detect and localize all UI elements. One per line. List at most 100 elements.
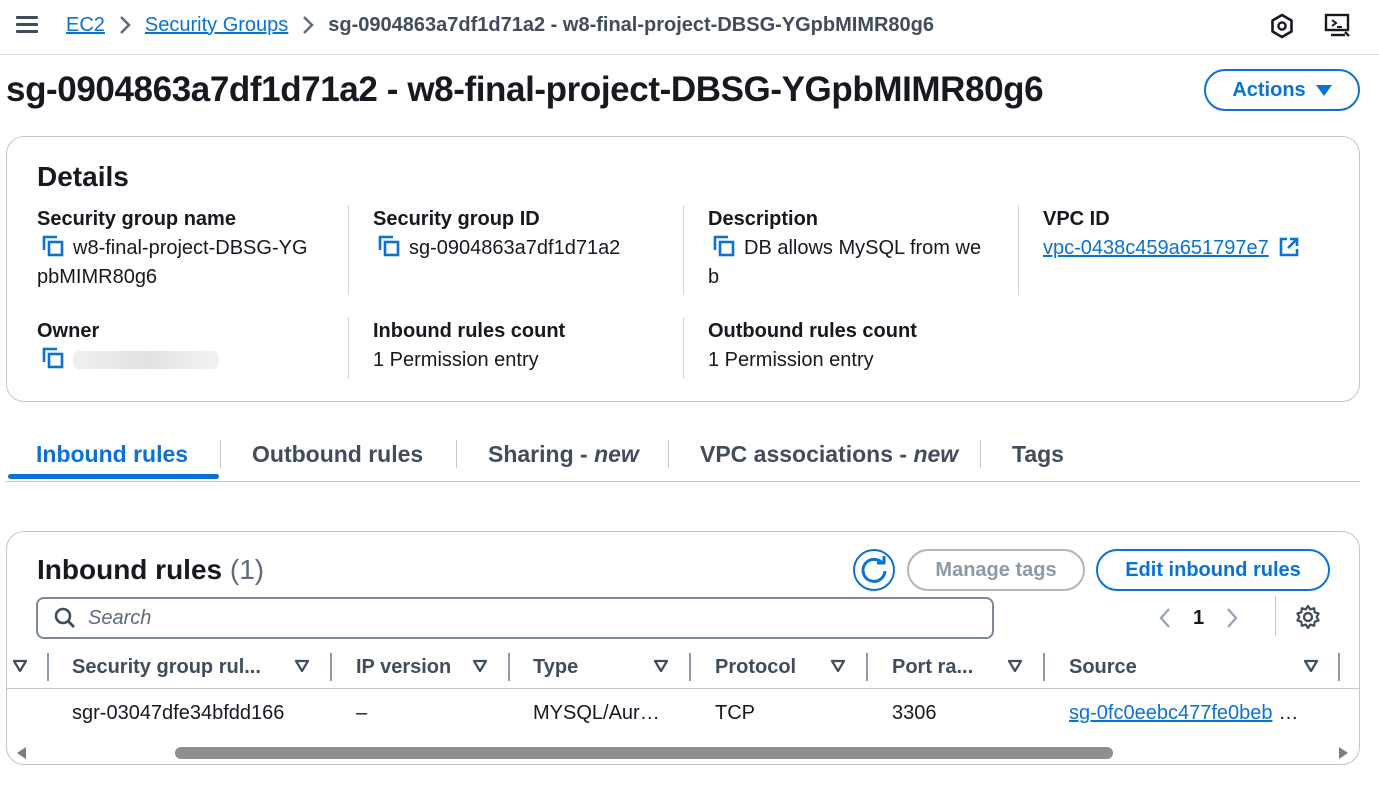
sort-down-icon[interactable]: [1006, 657, 1024, 675]
cell-ip-version: –: [356, 701, 368, 724]
tab-vpc-associations-new: new: [913, 440, 959, 467]
description-value: DB allows MySQL from we b: [708, 234, 1008, 292]
copy-icon[interactable]: [377, 234, 401, 258]
column-divider: [508, 653, 510, 681]
security-group-name-line1: w8-final-project-DBSG-YG: [73, 237, 308, 259]
page-title: sg-0904863a7df1d71a2 - w8-final-project-…: [6, 70, 1044, 109]
tab-divider: [220, 440, 221, 468]
column-divider: [683, 205, 684, 295]
settings-gear-icon[interactable]: [1295, 604, 1321, 630]
breadcrumb-current: sg-0904863a7df1d71a2 - w8-final-project-…: [328, 13, 935, 36]
caret-down-icon: [1315, 84, 1332, 96]
chevron-right-icon: [105, 14, 145, 36]
column-header-protocol[interactable]: Protocol: [715, 645, 796, 689]
horizontal-scrollbar[interactable]: [7, 743, 1359, 763]
external-link-icon[interactable]: [1278, 236, 1300, 258]
tab-divider: [668, 440, 669, 468]
inbound-rules-count-value: 1 Permission entry: [373, 349, 539, 371]
source-truncation: …: [1278, 701, 1299, 724]
column-divider: [1338, 653, 1340, 681]
tab-inbound-rules[interactable]: Inbound rules: [36, 432, 188, 476]
cell-port-range: 3306: [892, 701, 937, 724]
previous-page-icon[interactable]: [1157, 606, 1173, 630]
search-icon: [54, 607, 75, 628]
source-security-group-link[interactable]: sg-0fc0eebc477fe0beb: [1069, 702, 1273, 725]
sort-down-icon[interactable]: [1302, 657, 1320, 675]
notifications-hexagon-icon[interactable]: [1268, 12, 1296, 40]
column-divider: [683, 317, 684, 379]
security-group-id-field: Security group ID sg-0904863a7df1d71a2: [373, 205, 673, 263]
pagination-divider: [1275, 596, 1276, 636]
vpc-id-field: VPC ID vpc-0438c459a651797e7: [1043, 205, 1343, 263]
scroll-right-icon[interactable]: [1339, 747, 1348, 759]
column-divider: [689, 653, 691, 681]
scrollbar-thumb[interactable]: [175, 747, 1113, 759]
owner-field: Owner: [37, 317, 337, 375]
breadcrumb-ec2-link[interactable]: EC2: [66, 14, 105, 37]
tab-vpc-associations-label: VPC associations -: [700, 440, 914, 467]
description-label: Description: [708, 208, 819, 230]
tab-sharing-new: new: [594, 440, 639, 467]
tab-tags[interactable]: Tags: [1012, 432, 1064, 476]
tab-outbound-rules[interactable]: Outbound rules: [252, 432, 423, 476]
owner-value: [37, 346, 337, 375]
next-page-icon[interactable]: [1224, 606, 1240, 630]
vpc-id-label: VPC ID: [1043, 208, 1110, 230]
outbound-rules-count-label: Outbound rules count: [708, 320, 917, 342]
security-group-name-value: w8-final-project-DBSG-YG pbMIMR80g6: [37, 234, 337, 292]
outbound-rules-count-field: Outbound rules count 1 Permission entry: [708, 317, 1008, 375]
column-header-ip-version[interactable]: IP version: [356, 645, 451, 689]
description-line2: b: [708, 266, 720, 288]
manage-tags-button[interactable]: Manage tags: [907, 549, 1085, 591]
actions-label: Actions: [1232, 78, 1306, 101]
column-divider: [1018, 205, 1019, 295]
hamburger-menu-icon[interactable]: [14, 12, 40, 38]
copy-icon[interactable]: [41, 346, 65, 370]
tab-divider: [980, 440, 981, 468]
search-field[interactable]: [36, 597, 994, 639]
sort-down-icon[interactable]: [471, 657, 489, 675]
tab-sharing[interactable]: Sharing - new: [488, 432, 639, 476]
sort-down-icon[interactable]: [829, 657, 847, 675]
tab-vpc-associations[interactable]: VPC associations - new: [700, 432, 958, 476]
column-divider: [348, 317, 349, 379]
detail-tabs: Inbound rules Outbound rules Sharing - n…: [6, 432, 1360, 482]
sort-down-icon[interactable]: [293, 657, 311, 675]
refresh-button[interactable]: [853, 549, 895, 591]
cell-rule-id: sgr-03047dfe34bfdd166: [72, 701, 285, 724]
column-divider: [348, 205, 349, 295]
active-tab-indicator: [8, 474, 219, 479]
security-group-name-field: Security group name w8-final-project-DBS…: [37, 205, 337, 292]
current-page-number[interactable]: 1: [1193, 607, 1204, 630]
column-header-type[interactable]: Type: [533, 645, 578, 689]
inbound-rules-panel: Inbound rules (1) Manage tags Edit inbou…: [6, 531, 1360, 765]
breadcrumb-security-groups-link[interactable]: Security Groups: [145, 14, 288, 37]
description-field: Description DB allows MySQL from we b: [708, 205, 1008, 292]
sort-down-icon[interactable]: [652, 657, 670, 675]
vpc-id-link[interactable]: vpc-0438c459a651797e7: [1043, 237, 1269, 259]
actions-dropdown-button[interactable]: Actions: [1204, 69, 1360, 111]
inbound-rules-count: (1): [229, 554, 265, 585]
security-group-id-value: sg-0904863a7df1d71a2: [373, 234, 673, 263]
column-header-source[interactable]: Source: [1069, 645, 1137, 689]
details-panel: Details Security group name w8-final-pro…: [6, 136, 1360, 402]
security-group-id-label: Security group ID: [373, 208, 540, 230]
vpc-id-value: vpc-0438c459a651797e7: [1043, 234, 1343, 263]
screen-feedback-icon[interactable]: [1323, 12, 1351, 40]
cell-protocol: TCP: [715, 701, 755, 724]
copy-icon[interactable]: [712, 234, 736, 258]
table-header-row: Security group rul... IP version Type Pr…: [7, 645, 1359, 689]
table-row[interactable]: sgr-03047dfe34bfdd166 – MYSQL/Aur… TCP 3…: [7, 690, 1359, 736]
copy-icon[interactable]: [41, 234, 65, 258]
breadcrumb: EC2 Security Groups sg-0904863a7df1d71a2…: [66, 10, 934, 40]
scroll-left-icon[interactable]: [17, 747, 26, 759]
refresh-icon: [861, 556, 887, 583]
search-input[interactable]: [88, 606, 948, 630]
column-header-port-range[interactable]: Port ra...: [892, 645, 973, 689]
details-heading: Details: [37, 161, 129, 192]
edit-inbound-rules-button[interactable]: Edit inbound rules: [1096, 549, 1330, 591]
tab-divider: [456, 440, 457, 468]
sort-down-icon[interactable]: [11, 657, 29, 675]
column-header-rule-id[interactable]: Security group rul...: [72, 645, 261, 689]
security-group-name-label: Security group name: [37, 208, 236, 230]
